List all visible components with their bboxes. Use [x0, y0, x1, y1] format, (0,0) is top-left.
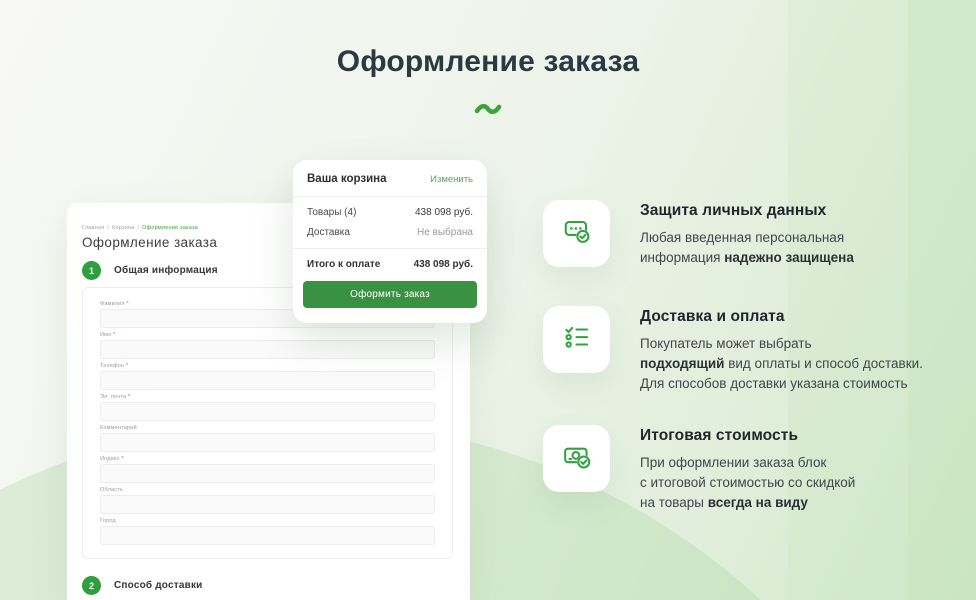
form-field: Индекс * — [100, 456, 435, 483]
feature-icon-card — [543, 306, 610, 373]
form-field-label: Город — [100, 518, 435, 524]
step-delivery-method: 2 Способ доставки — [82, 576, 453, 595]
required-asterisk: * — [111, 332, 115, 338]
feature-line-segment: Покупатель может выбрать — [640, 336, 812, 351]
required-asterisk: * — [120, 456, 124, 462]
feature-title: Защита личных данных — [640, 202, 854, 220]
required-asterisk: * — [126, 394, 130, 400]
form-field-input[interactable] — [100, 464, 435, 483]
feature-line: на товары всегда на виду — [640, 493, 855, 513]
form-field-input[interactable] — [100, 402, 435, 421]
form-field-input[interactable] — [100, 340, 435, 359]
general-info-form-card: Фамилия *Имя *Телефон *Эл. почта *Коммен… — [82, 287, 453, 559]
feature-line-segment: надежно защищена — [724, 250, 854, 265]
step-label: Способ доставки — [114, 580, 203, 591]
breadcrumb-item[interactable]: Оформление заказа — [142, 225, 198, 231]
form-field-input[interactable] — [100, 526, 435, 545]
form-field-input[interactable] — [100, 371, 435, 390]
page: Оформление заказа Главная/Корзина/Оформл… — [0, 0, 976, 600]
cart-row-label: Товары (4) — [307, 207, 356, 218]
cart-row-value: 438 098 руб. — [415, 207, 473, 218]
form-field-label: Имя * — [100, 332, 435, 338]
cart-row-label: Доставка — [307, 227, 350, 238]
feature-icon-card — [543, 425, 610, 492]
checkout-button[interactable]: Оформить заказ — [303, 281, 477, 308]
required-asterisk: * — [124, 363, 128, 369]
form-field-input[interactable] — [100, 495, 435, 514]
feature-line-segment: При оформлении заказа блок — [640, 455, 826, 470]
feature-line-segment: всегда на виду — [708, 495, 808, 510]
form-field: Город — [100, 518, 435, 545]
checklist-icon — [559, 319, 595, 360]
form-field: Область — [100, 487, 435, 514]
feature-block: Итоговая стоимость При оформлении заказа … — [543, 425, 963, 513]
feature-line: Для способов доставки указана стоимость — [640, 374, 923, 394]
feature-line-segment: на товары — [640, 495, 708, 510]
banknote-check-icon — [559, 438, 595, 479]
feature-line: подходящий вид оплаты и способ доставки. — [640, 354, 923, 374]
feature-line-segment: подходящий — [640, 356, 724, 371]
feature-title: Доставка и оплата — [640, 308, 923, 326]
step-number-badge: 1 — [82, 261, 101, 280]
feature-icon-card — [543, 200, 610, 267]
cart-row: Товары (4) 438 098 руб. — [307, 207, 473, 218]
form-field: Имя * — [100, 332, 435, 359]
feature-line-segment: информация — [640, 250, 724, 265]
step-number-badge: 2 — [82, 576, 101, 595]
feature-line: информация надежно защищена — [640, 248, 854, 268]
feature-title: Итоговая стоимость — [640, 427, 855, 445]
form-field-label: Телефон * — [100, 363, 435, 369]
breadcrumb-item[interactable]: Главная — [82, 225, 104, 231]
form-field-input[interactable] — [100, 433, 435, 452]
cart-edit-link[interactable]: Изменить — [430, 174, 473, 185]
cart-total-value: 438 098 руб. — [414, 259, 473, 270]
feature-line: с итоговой стоимостью со скидкой — [640, 473, 855, 493]
form-field: Телефон * — [100, 363, 435, 390]
breadcrumb-item[interactable]: Корзина — [112, 225, 134, 231]
feature-text: Доставка и оплата Покупатель может выбрат… — [640, 306, 923, 394]
breadcrumb-separator: / — [137, 225, 139, 231]
form-field-label: Индекс * — [100, 456, 435, 462]
breadcrumb-separator: / — [107, 225, 109, 231]
form-field-label: Эл. почта * — [100, 394, 435, 400]
feature-line-segment: вид оплаты и способ доставки. — [724, 356, 922, 371]
required-asterisk: * — [125, 301, 129, 307]
feature-line: Покупатель может выбрать — [640, 334, 923, 354]
feature-text: Защита личных данных Любая введенная перс… — [640, 200, 854, 268]
form-field: Комментарий — [100, 425, 435, 452]
feature-block: Доставка и оплата Покупатель может выбрат… — [543, 306, 963, 394]
cart-title: Ваша корзина — [307, 173, 387, 185]
section-title: Оформление заказа — [0, 45, 976, 79]
form-field-label: Комментарий — [100, 425, 435, 431]
tilde-divider-icon — [0, 102, 976, 121]
chat-check-icon — [559, 213, 595, 254]
step-label: Общая информация — [114, 265, 218, 276]
form-field: Эл. почта * — [100, 394, 435, 421]
cart-row: Доставка Не выбрана — [307, 227, 473, 238]
cart-summary-card: Ваша корзина Изменить Товары (4) 438 098 … — [293, 160, 487, 323]
cart-total-label: Итого к оплате — [307, 259, 380, 270]
feature-text: Итоговая стоимость При оформлении заказа … — [640, 425, 855, 513]
feature-line: Любая введенная персональная — [640, 228, 854, 248]
form-fields: Фамилия *Имя *Телефон *Эл. почта *Коммен… — [100, 301, 435, 545]
cart-rows: Товары (4) 438 098 руб. Доставка Не выбрана — [293, 197, 487, 248]
feature-line-segment: с итоговой стоимостью со скидкой — [640, 475, 855, 490]
form-field-label: Область — [100, 487, 435, 493]
feature-block: Защита личных данных Любая введенная перс… — [543, 200, 963, 268]
feature-line: При оформлении заказа блок — [640, 453, 855, 473]
feature-line-segment: Для способов доставки указана стоимость — [640, 376, 908, 391]
feature-line-segment: Любая введенная персональная — [640, 230, 844, 245]
cart-row-value: Не выбрана — [417, 227, 473, 238]
